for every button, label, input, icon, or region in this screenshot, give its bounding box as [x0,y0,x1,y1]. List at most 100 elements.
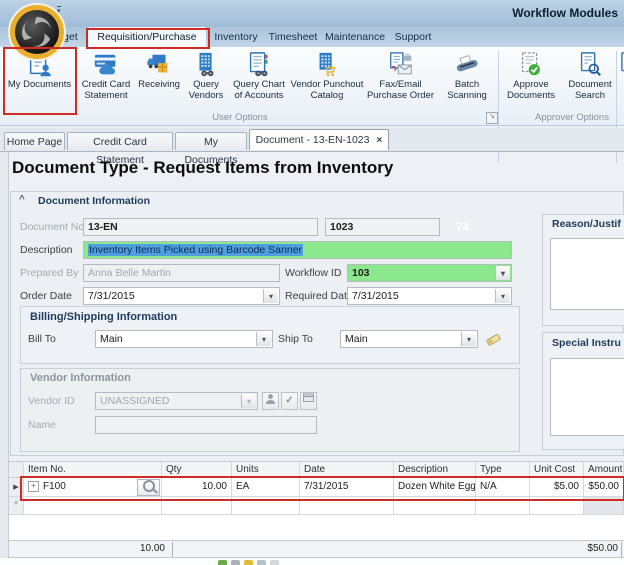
document-search-button[interactable]: Document Search [562,48,618,112]
grid-new-row-cell[interactable] [24,497,162,515]
vendor-punchout-catalog-button[interactable]: Vendor Punchout Catalog [290,48,364,112]
dropdown-icon[interactable]: ▾ [495,289,510,303]
section-title-special-instructions: Special Instru [552,337,621,349]
document-no-number-field[interactable]: 1023 [325,218,440,236]
document-check-icon [517,51,545,79]
mini-toolbar-icon[interactable] [218,560,227,565]
ribbon-tab-requisition-purchase-order[interactable]: Requisition/Purchase Order [88,27,206,47]
eraser-icon[interactable] [484,330,502,348]
section-title-document-information: Document Information [38,195,150,207]
cut-off-ribbon-button[interactable]: R [619,48,624,112]
dialog-launcher-icon[interactable]: ↘ [486,112,498,124]
special-instructions-textarea[interactable] [550,358,624,436]
reason-justification-textarea[interactable] [550,238,624,310]
magnifier-icon [143,480,155,492]
approve-documents-button[interactable]: Approve Documents [502,48,560,112]
document-search-icon [576,51,604,79]
credit-card-statement-button[interactable]: Credit Card Statement [78,48,134,112]
dropdown-icon[interactable]: ▾ [461,332,476,346]
mini-toolbar-icon[interactable] [244,560,253,565]
mini-toolbar-icon[interactable] [257,560,266,565]
ledger-binoculars-icon [245,51,273,79]
required-date-combo[interactable]: 7/31/2015▾ [347,287,512,305]
credit-card-cloud-icon [92,51,120,79]
grid-cell-description[interactable]: Dozen White Eggs [394,478,476,497]
grid-empty-area[interactable] [9,515,624,540]
grid-new-row-cell[interactable] [300,497,394,515]
grid-new-row-cell[interactable] [530,497,584,515]
description-label: Description [20,244,73,256]
vendor-name-label: Name [28,419,56,431]
description-field[interactable]: Inventory Items Picked using Barcode San… [83,241,512,259]
building-binoculars-icon [192,51,220,79]
collapse-section-icon[interactable]: ^ [19,194,25,205]
mini-toolbar-icon[interactable] [270,560,279,565]
ribbon-group-label-user-options: User Options [160,112,320,124]
grid-col-amount[interactable]: Amount [584,461,624,478]
grid-cell-date[interactable]: 7/31/2015 [300,478,394,497]
close-tab-icon[interactable]: × [376,135,382,146]
bill-to-label: Bill To [28,333,56,345]
fax-email-purchase-order-button[interactable]: Fax/Email Purchase Order [364,48,437,112]
row-marker-icon: ▶ [9,478,24,497]
grid-col-type[interactable]: Type [476,461,530,478]
receiving-button[interactable]: Receiving [136,48,182,112]
mini-toolbar-icon[interactable] [231,560,240,565]
batch-scanning-button[interactable]: Batch Scanning [440,48,494,112]
query-vendors-button[interactable]: Query Vendors [184,48,228,112]
doc-tab-my-documents[interactable]: My Documents [175,132,247,150]
grid-cell-amount[interactable]: $50.00 [584,478,624,497]
ribbon-tab-timesheet[interactable]: Timesheet [266,27,320,47]
expand-row-icon[interactable]: + [28,481,39,492]
window-title: Workflow Modules [512,6,618,20]
dropdown-icon: ▾ [241,394,256,408]
title-bar: ▾ Workflow Modules [0,0,624,28]
vendor-id-label: Vendor ID [28,395,75,407]
grid-col-unit-cost[interactable]: Unit Cost [530,461,584,478]
grid-cell-qty[interactable]: 10.00 [162,478,232,497]
order-date-combo[interactable]: 7/31/2015▾ [83,287,280,305]
grid-col-item-no[interactable]: Item No. [24,461,162,478]
partial-document-icon [620,51,624,79]
ribbon-tab-support[interactable]: Support [390,27,436,47]
document-no-prefix-field[interactable]: 13-EN [83,218,318,236]
vendor-card-button [300,392,317,410]
card-icon [303,393,314,403]
grid-new-row-cell[interactable] [584,497,624,515]
doc-tab-document-13-en-1023[interactable]: Document - 13-EN-1023× [249,129,389,150]
grid-col-description[interactable]: Description [394,461,476,478]
ribbon-tab-row: Budget Requisition/Purchase Order Invent… [0,27,624,47]
grid-new-row-cell[interactable] [162,497,232,515]
doc-tab-home-page[interactable]: Home Page [4,132,65,150]
check-icon: ✓ [285,395,293,406]
grid-new-row-cell[interactable] [394,497,476,515]
ribbon-group-label-approver-options: Approver Options [502,112,624,124]
app-window: ▾ Workflow Modules Budget Requisition/Pu… [0,0,624,565]
left-splitter[interactable] [0,152,9,565]
app-logo-icon[interactable] [7,2,67,62]
ship-to-label: Ship To [278,333,313,345]
section-title-reason-justification: Reason/Justif [552,218,621,230]
ship-to-combo[interactable]: Main▾ [340,330,478,348]
dropdown-icon[interactable]: ▾ [495,266,510,280]
dropdown-icon[interactable]: ▾ [256,332,271,346]
ribbon-tab-maintenance[interactable]: Maintenance [324,27,386,47]
workflow-id-combo[interactable]: 103▾ [347,264,512,282]
grid-col-units[interactable]: Units [232,461,300,478]
grid-cell-item-no[interactable]: +F100 [24,478,162,497]
grid-new-row-cell[interactable] [476,497,530,515]
item-lookup-button[interactable] [137,479,160,496]
query-chart-of-accounts-button[interactable]: Query Chart of Accounts [230,48,288,112]
bill-to-combo[interactable]: Main▾ [95,330,273,348]
grid-col-date[interactable]: Date [300,461,394,478]
ribbon: My Documents Credit Card Statement Recei… [0,47,624,126]
grid-cell-type[interactable]: N/A [476,478,530,497]
grid-col-qty[interactable]: Qty [162,461,232,478]
grid-new-row-cell[interactable] [232,497,300,515]
doc-tab-credit-card-statement[interactable]: Credit Card Statement [67,132,173,150]
grid-cell-unit-cost[interactable]: $5.00 [530,478,584,497]
dropdown-icon[interactable]: ▾ [263,289,278,303]
ribbon-tab-inventory[interactable]: Inventory [210,27,262,47]
grid-cell-units[interactable]: EA [232,478,300,497]
total-qty: 10.00 [69,543,165,554]
